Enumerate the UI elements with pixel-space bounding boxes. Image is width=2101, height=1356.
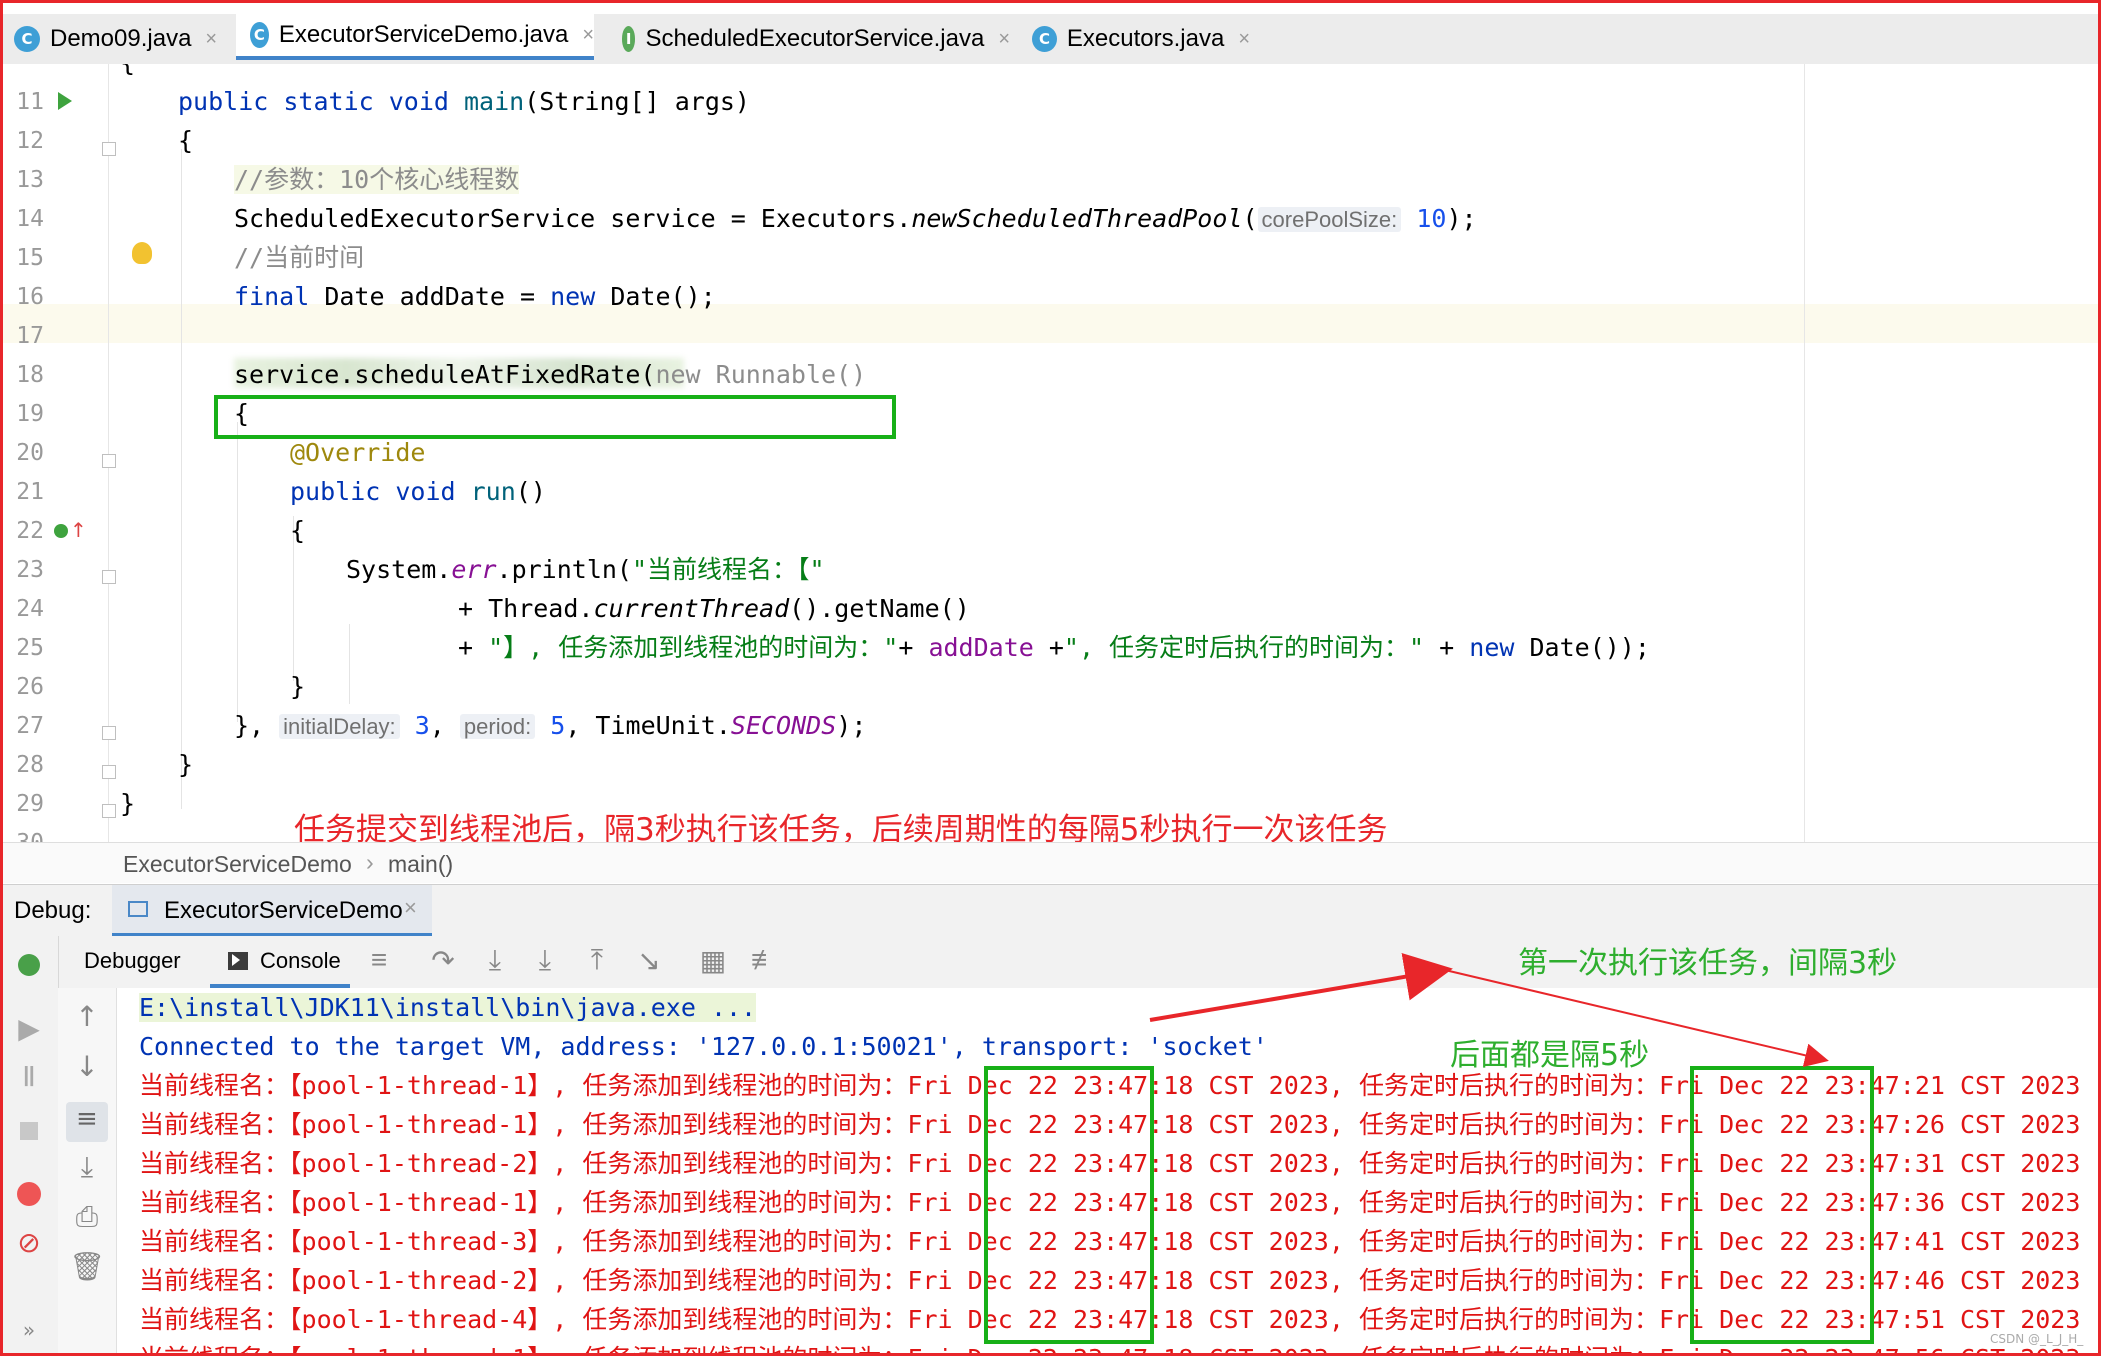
watermark: CSDN @_L_J_H_	[1990, 1332, 2084, 1346]
green-annotation-interval: 后面都是隔5秒	[1450, 1038, 1650, 1073]
green-annotation-first-run: 第一次执行该任务，间隔3秒	[1518, 946, 1898, 981]
annotation-arrows	[1149, 953, 1829, 1068]
arrow-to-note	[1149, 953, 1453, 1022]
